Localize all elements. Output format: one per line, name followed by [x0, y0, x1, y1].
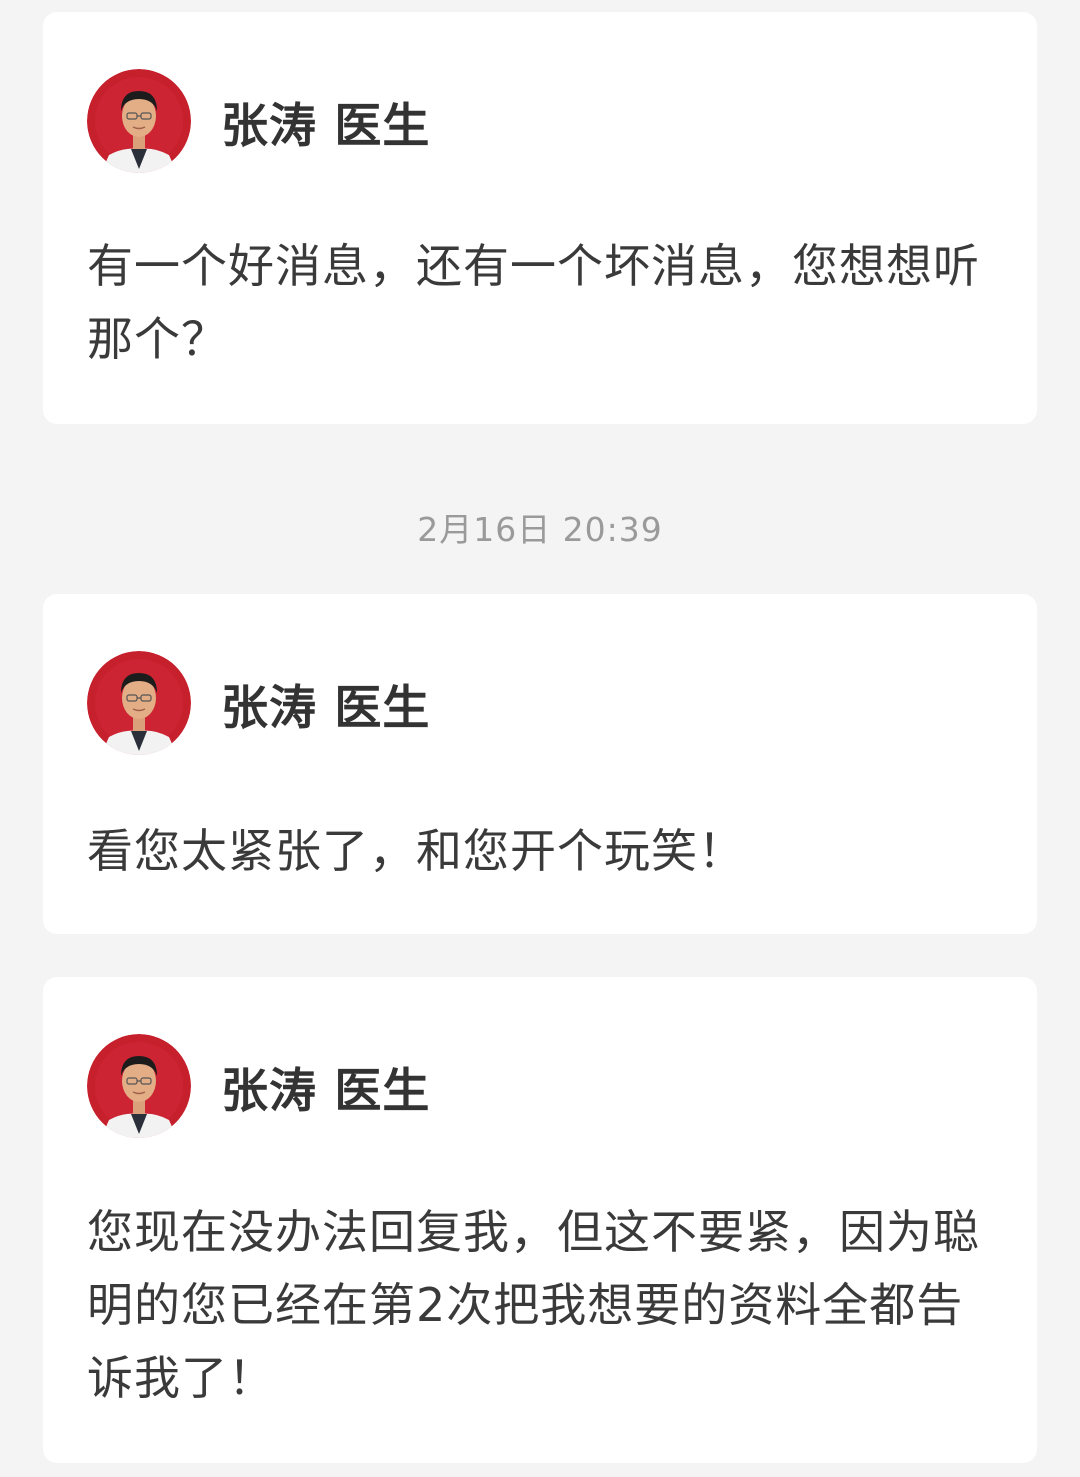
- message-header: 张涛 医生: [87, 651, 430, 755]
- doctor-avatar[interactable]: [87, 651, 191, 755]
- doctor-avatar[interactable]: [87, 1034, 191, 1138]
- doctor-name: 张涛 医生: [221, 1063, 431, 1119]
- doctor-name: 张涛 医生: [221, 98, 431, 154]
- message-header: 张涛 医生: [87, 1034, 430, 1138]
- message-text: 您现在没办法回复我，但这不要紧，因为聪明的您已经在第2次把我想要的资料全都告诉我…: [87, 1205, 980, 1405]
- timestamp: 2月16日 20:39: [417, 510, 663, 549]
- doctor-avatar[interactable]: [87, 69, 191, 173]
- message-text: 看您太紧张了，和您开个玩笑！: [87, 824, 745, 878]
- message-card[interactable]: 张涛 医生 有一个好消息，还有一个坏消息，您想想听那个？: [43, 12, 1037, 424]
- message-header: 张涛 医生: [87, 69, 430, 173]
- message-card[interactable]: 张涛 医生 看您太紧张了，和您开个玩笑！: [43, 594, 1037, 934]
- doctor-name: 张涛 医生: [221, 680, 431, 736]
- message-text: 有一个好消息，还有一个坏消息，您想想听那个？: [87, 239, 980, 366]
- message-card[interactable]: 张涛 医生 您现在没办法回复我，但这不要紧，因为聪明的您已经在第2次把我想要的资…: [43, 977, 1037, 1463]
